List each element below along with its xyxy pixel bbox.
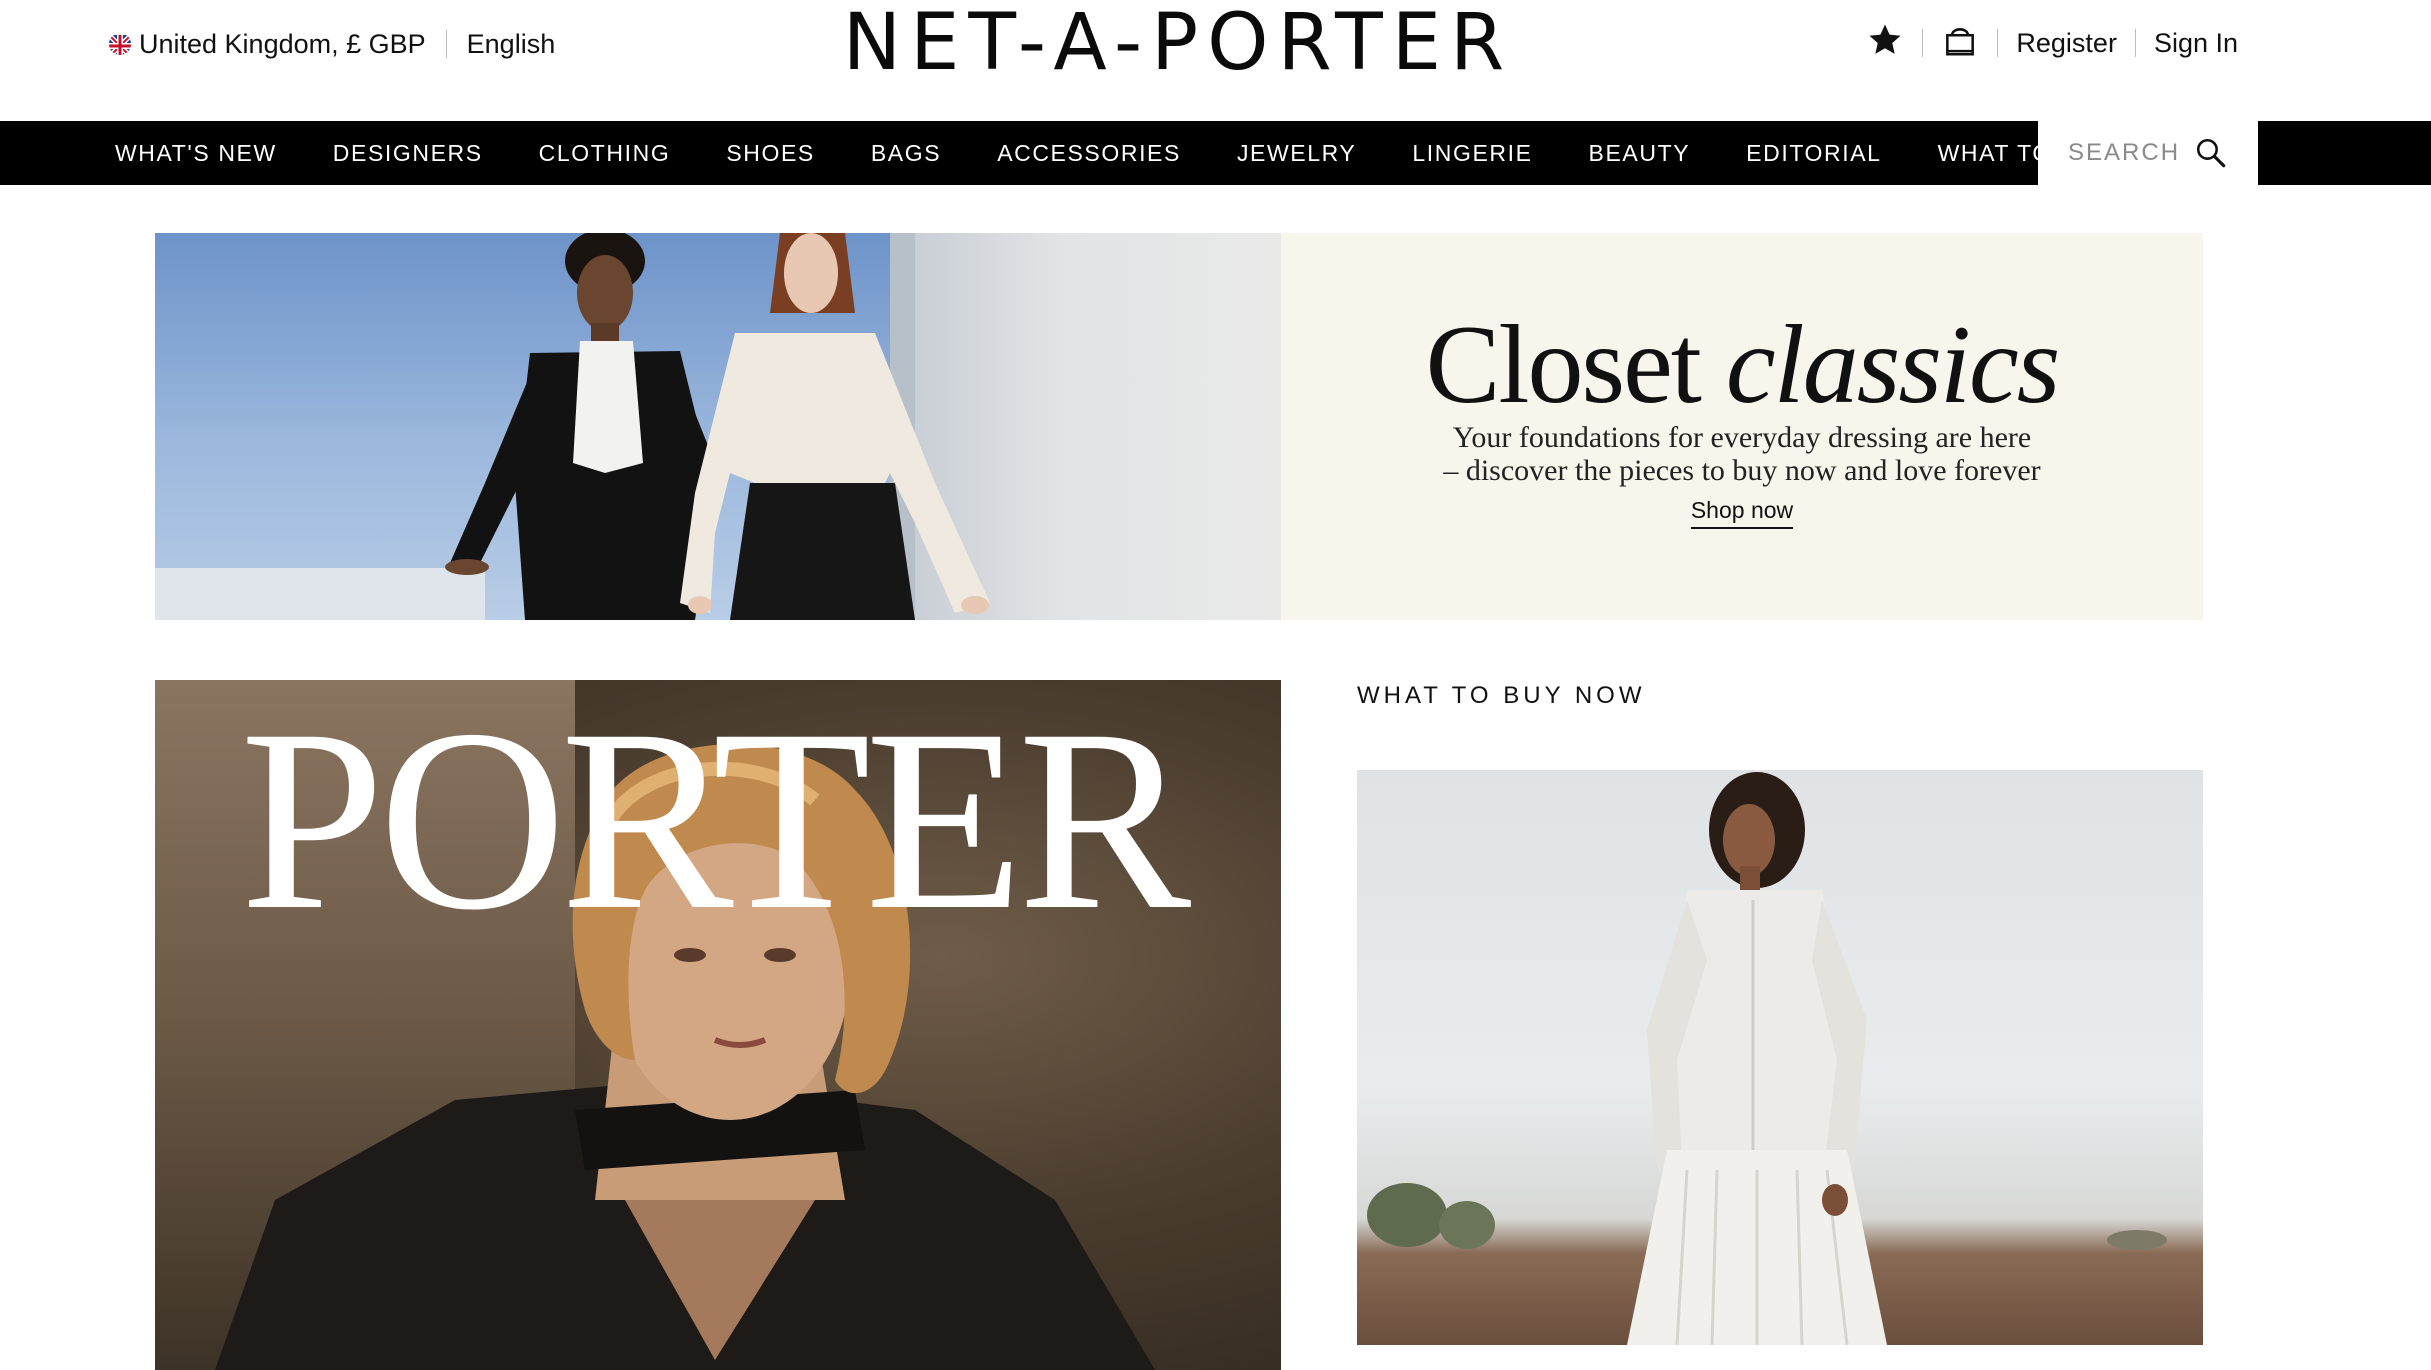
hero-title-regular: Closet: [1425, 303, 1702, 427]
star-icon[interactable]: [1866, 21, 1904, 66]
nav-item-clothing[interactable]: CLOTHING: [539, 140, 671, 167]
what-to-buy-now-image[interactable]: [1357, 770, 2203, 1345]
nav-item-bags[interactable]: BAGS: [871, 140, 941, 167]
shop-now-label[interactable]: Shop now: [1690, 497, 1794, 529]
divider: [2134, 29, 2136, 57]
nav-item-designers[interactable]: DESIGNERS: [333, 140, 483, 167]
site-logo[interactable]: NET-A-PORTER: [810, 2, 1546, 84]
nav-items: WHAT'S NEW DESIGNERS CLOTHING SHOES BAGS…: [115, 121, 2135, 185]
hero-banner[interactable]: Closet classics Your foundations for eve…: [155, 233, 2203, 620]
divider: [1997, 29, 1999, 57]
main-navigation: WHAT'S NEW DESIGNERS CLOTHING SHOES BAGS…: [0, 121, 2431, 185]
what-to-buy-now-heading: WHAT TO BUY NOW: [1357, 682, 1646, 709]
locale-selector[interactable]: United Kingdom, £ GBP English: [109, 26, 555, 62]
model-in-white-illustration: [1367, 772, 2167, 1345]
account-links: Register Sign In: [1866, 20, 2238, 66]
hero-models-illustration: [445, 233, 990, 620]
shopping-bag-icon[interactable]: [1941, 21, 1979, 66]
shop-now-link[interactable]: Shop now: [1281, 497, 2203, 529]
hero-title: Closet classics: [1281, 305, 2203, 425]
hero-subtitle-line: – discover the pieces to buy now and lov…: [1443, 454, 2041, 487]
hero-title-italic: classics: [1725, 303, 2060, 427]
sign-in-link[interactable]: Sign In: [2154, 28, 2238, 59]
nav-item-editorial[interactable]: EDITORIAL: [1746, 140, 1881, 167]
region-label[interactable]: United Kingdom, £ GBP: [139, 29, 426, 60]
nav-item-shoes[interactable]: SHOES: [726, 140, 815, 167]
top-bar: United Kingdom, £ GBP English NET-A-PORT…: [0, 0, 2431, 121]
search-placeholder: SEARCH: [2068, 139, 2181, 166]
search-icon[interactable]: [2194, 136, 2228, 170]
divider: [445, 30, 447, 58]
search-input[interactable]: SEARCH: [2038, 121, 2258, 185]
nav-item-beauty[interactable]: BEAUTY: [1589, 140, 1691, 167]
hero-photo[interactable]: [155, 233, 1281, 620]
hero-subtitle: Your foundations for everyday dressing a…: [1281, 421, 2203, 487]
nav-item-accessories[interactable]: ACCESSORIES: [997, 140, 1181, 167]
divider: [1922, 29, 1924, 57]
nav-item-jewelry[interactable]: JEWELRY: [1237, 140, 1356, 167]
language-label[interactable]: English: [467, 29, 556, 60]
nav-item-whats-new[interactable]: WHAT'S NEW: [115, 140, 277, 167]
uk-flag-icon: [109, 33, 131, 55]
register-link[interactable]: Register: [2016, 28, 2117, 59]
porter-magazine-feature[interactable]: PORTER: [155, 680, 1281, 1370]
nav-item-lingerie[interactable]: LINGERIE: [1412, 140, 1532, 167]
hero-subtitle-line: Your foundations for everyday dressing a…: [1452, 421, 2032, 454]
porter-wordmark: PORTER: [240, 680, 1191, 964]
hero-text-panel: Closet classics Your foundations for eve…: [1281, 233, 2203, 620]
